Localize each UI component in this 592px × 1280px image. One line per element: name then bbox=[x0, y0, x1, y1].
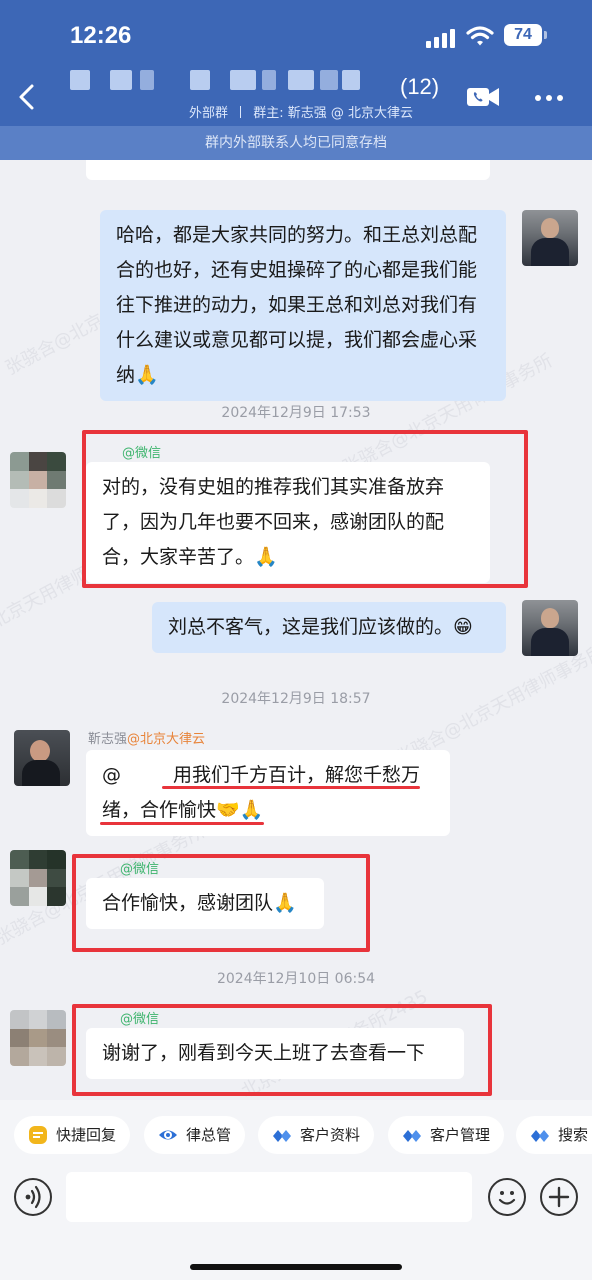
search-label: 搜索 bbox=[558, 1126, 589, 1144]
quick-reply-label: 快捷回复 bbox=[56, 1126, 117, 1144]
client-manage-icon bbox=[403, 1130, 421, 1142]
client-manage-button[interactable]: 客户管理 bbox=[388, 1116, 505, 1154]
message-bubble-partial bbox=[86, 160, 490, 180]
search-button[interactable]: 搜索 bbox=[516, 1116, 592, 1154]
group-title-redacted bbox=[70, 70, 366, 90]
emoji-icon[interactable] bbox=[488, 1178, 526, 1216]
external-group-label: 外部群 bbox=[188, 106, 228, 121]
timestamp: 2024年12月9日 18:57 bbox=[221, 691, 371, 707]
avatar-mosaic[interactable] bbox=[10, 452, 66, 508]
quick-reply-button[interactable]: 快捷回复 bbox=[14, 1116, 131, 1154]
quick-action-bar: 快捷回复 律总管 客户资料 客户管理 搜索 bbox=[0, 1100, 592, 1170]
highlight-box bbox=[72, 1004, 492, 1096]
highlight-box bbox=[82, 430, 528, 588]
plus-icon[interactable] bbox=[540, 1178, 578, 1216]
underline-annotation bbox=[162, 786, 420, 789]
highlight-box bbox=[72, 854, 370, 952]
search-icon bbox=[531, 1130, 549, 1142]
lawyer-manager-label: 律总管 bbox=[186, 1126, 232, 1144]
group-owner-label: 群主: 靳志强 @ 北京大律云 bbox=[253, 106, 414, 121]
member-count: (12) bbox=[400, 74, 440, 99]
underline-annotation bbox=[100, 822, 264, 825]
message-text: 用我们千方百计，解您千愁万绪，合作愉快🤝🙏 bbox=[102, 764, 421, 821]
client-info-icon bbox=[273, 1130, 291, 1142]
voice-input-icon[interactable] bbox=[14, 1178, 52, 1216]
message-bubble-outgoing: 哈哈，都是大家共同的努力。和王总刘总配合的也好，还有史姐操碎了的心都是我们能往下… bbox=[100, 210, 506, 401]
eye-icon bbox=[159, 1130, 177, 1140]
status-bar: 12:26 74 bbox=[0, 18, 592, 58]
lawyer-manager-button[interactable]: 律总管 bbox=[144, 1116, 246, 1154]
avatar[interactable] bbox=[14, 730, 70, 786]
cellular-signal-icon bbox=[426, 28, 458, 48]
more-icon[interactable] bbox=[534, 94, 564, 102]
avatar-mosaic[interactable] bbox=[10, 1010, 66, 1066]
message-bubble-outgoing: 刘总不客气，这是我们应该做的。😁 bbox=[152, 602, 506, 653]
avatar[interactable] bbox=[522, 600, 578, 656]
input-bar bbox=[0, 1170, 592, 1280]
avatar[interactable] bbox=[522, 210, 578, 266]
mention[interactable]: @ bbox=[102, 764, 121, 786]
client-manage-label: 客户管理 bbox=[430, 1126, 491, 1144]
chat-header: 12:26 74 (12) 外部群 群主: 靳志强 @ 北京大律云 群内外部联系… bbox=[0, 0, 592, 160]
home-indicator[interactable] bbox=[190, 1264, 402, 1270]
battery-indicator: 74 bbox=[504, 24, 547, 46]
group-subtitle: 外部群 群主: 靳志强 @ 北京大律云 bbox=[0, 102, 592, 121]
archive-notice: 群内外部联系人均已同意存档 bbox=[0, 126, 592, 160]
timestamp: 2024年12月10日 06:54 bbox=[216, 971, 376, 987]
sender-name: 靳志强@北京大律云 bbox=[88, 728, 205, 747]
status-time: 12:26 bbox=[70, 22, 132, 49]
quick-reply-icon bbox=[29, 1126, 47, 1144]
sender-org: @北京大律云 bbox=[127, 732, 206, 747]
sender-person: 靳志强 bbox=[88, 732, 128, 747]
chat-area[interactable]: 张骁含@北京天用律师事务所2435 张骁含@北京天用律师事务所 北京天用律师事务… bbox=[0, 160, 592, 1100]
message-input[interactable] bbox=[66, 1172, 472, 1222]
client-info-button[interactable]: 客户资料 bbox=[258, 1116, 375, 1154]
timestamp: 2024年12月9日 17:53 bbox=[221, 405, 371, 421]
avatar-mosaic[interactable] bbox=[10, 850, 66, 906]
client-info-label: 客户资料 bbox=[300, 1126, 361, 1144]
wifi-icon bbox=[466, 26, 494, 46]
